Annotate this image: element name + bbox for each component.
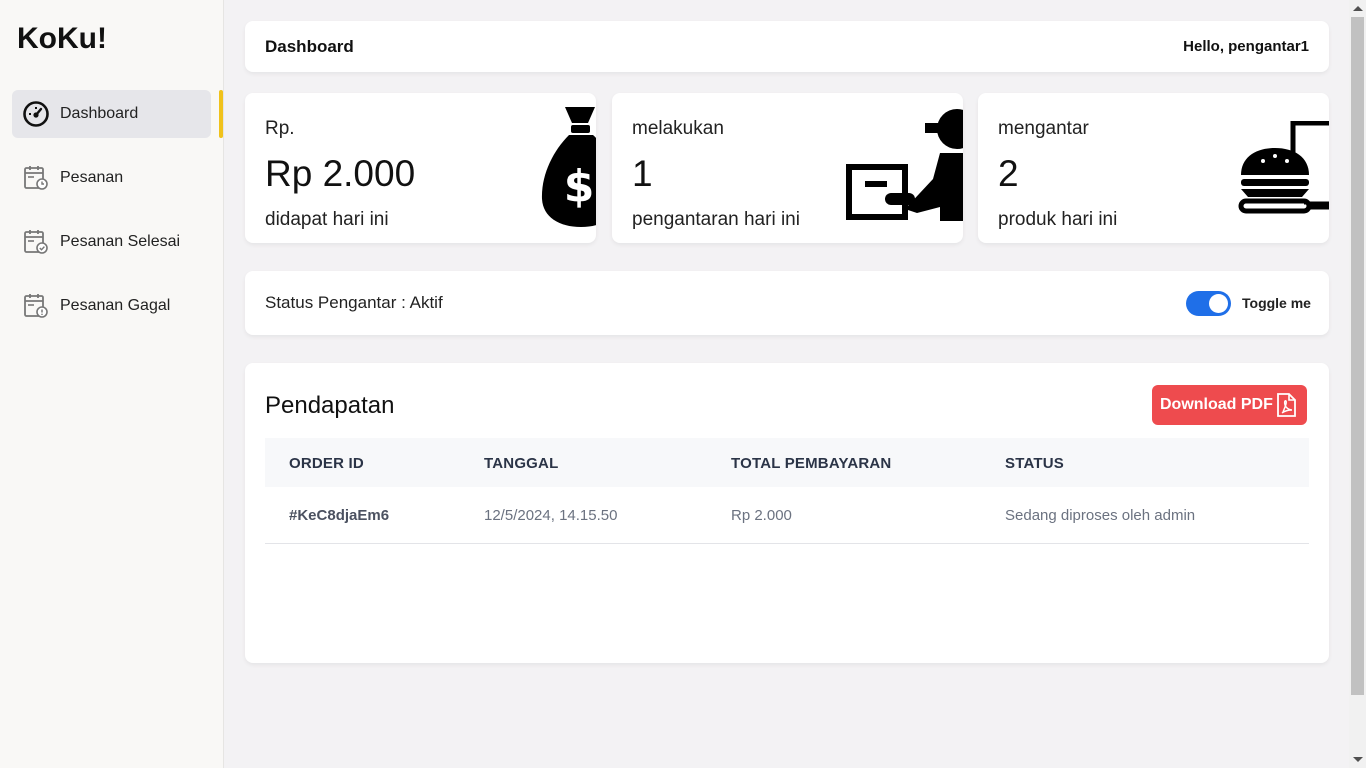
courier-box-icon bbox=[846, 109, 963, 221]
scroll-up-arrow[interactable] bbox=[1353, 6, 1363, 11]
stat-label: Rp. bbox=[265, 118, 295, 139]
sidebar-item-label: Pesanan Gagal bbox=[60, 297, 171, 314]
stat-label: melakukan bbox=[632, 118, 724, 139]
calendar-alert-icon bbox=[22, 292, 50, 320]
active-indicator bbox=[219, 90, 223, 138]
column-header: STATUS bbox=[1005, 455, 1064, 472]
download-pdf-button[interactable]: Download PDF bbox=[1152, 385, 1307, 425]
speedometer-icon bbox=[22, 100, 50, 128]
date-cell: 12/5/2024, 14.15.50 bbox=[484, 507, 618, 524]
stat-card-products: mengantar 2 produk hari ini bbox=[978, 93, 1329, 243]
page-title: Dashboard bbox=[265, 37, 354, 56]
user-greeting: Hello, pengantar1 bbox=[1183, 38, 1309, 55]
stat-subtitle: pengantaran hari ini bbox=[632, 209, 800, 230]
earnings-title: Pendapatan bbox=[265, 392, 395, 419]
stat-subtitle: produk hari ini bbox=[998, 209, 1118, 230]
table-row: #KeC8djaEm6 12/5/2024, 14.15.50 Rp 2.000… bbox=[265, 487, 1309, 544]
stat-value: Rp 2.000 bbox=[265, 153, 416, 194]
sidebar: KoKu! Dashboard Pesanan Pesanan Selesai … bbox=[0, 0, 224, 768]
sidebar-item-label: Pesanan bbox=[60, 169, 124, 186]
burger-drink-icon bbox=[1238, 121, 1329, 214]
stat-value: 2 bbox=[998, 153, 1019, 194]
sidebar-item-label: Pesanan Selesai bbox=[60, 233, 181, 250]
stat-label: mengantar bbox=[998, 118, 1089, 139]
brand-logo: KoKu! bbox=[17, 22, 107, 55]
top-header: Dashboard Hello, pengantar1 bbox=[245, 21, 1329, 72]
calendar-check-icon bbox=[22, 228, 50, 256]
sidebar-item-pesanan-gagal[interactable]: Pesanan Gagal bbox=[12, 282, 211, 330]
column-header: ORDER ID bbox=[289, 455, 364, 472]
status-toggle[interactable] bbox=[1186, 291, 1231, 316]
sidebar-item-label: Dashboard bbox=[60, 105, 139, 122]
column-header: TOTAL PEMBAYARAN bbox=[731, 455, 892, 472]
scroll-thumb[interactable] bbox=[1351, 17, 1364, 695]
total-cell: Rp 2.000 bbox=[731, 507, 792, 524]
money-bag-icon: $ bbox=[541, 107, 596, 227]
stat-subtitle: didapat hari ini bbox=[265, 209, 389, 230]
pdf-file-icon bbox=[1277, 393, 1296, 417]
stat-card-deliveries: melakukan 1 pengantaran hari ini bbox=[612, 93, 963, 243]
order-id-cell: #KeC8djaEm6 bbox=[289, 507, 390, 524]
earnings-card: Pendapatan Download PDF ORDER ID TANGGAL… bbox=[245, 363, 1329, 663]
sidebar-item-pesanan-selesai[interactable]: Pesanan Selesai bbox=[12, 218, 211, 266]
download-pdf-label: Download PDF bbox=[1160, 396, 1273, 413]
courier-status-text: Status Pengantar : Aktif bbox=[265, 293, 443, 312]
courier-status-card: Status Pengantar : Aktif Toggle me bbox=[245, 271, 1329, 335]
stat-value: 1 bbox=[632, 153, 653, 194]
vertical-scrollbar[interactable] bbox=[1349, 0, 1366, 768]
status-cell: Sedang diproses oleh admin bbox=[1005, 507, 1196, 524]
stat-card-earnings: Rp. Rp 2.000 didapat hari ini $ bbox=[245, 93, 596, 243]
scroll-down-arrow[interactable] bbox=[1353, 757, 1363, 762]
sidebar-item-pesanan[interactable]: Pesanan bbox=[12, 154, 211, 202]
toggle-knob bbox=[1209, 294, 1228, 313]
sidebar-item-dashboard[interactable]: Dashboard bbox=[12, 90, 211, 138]
column-header: TANGGAL bbox=[484, 455, 559, 472]
svg-text:$: $ bbox=[564, 161, 595, 212]
toggle-label: Toggle me bbox=[1242, 295, 1311, 311]
calendar-clock-icon bbox=[22, 164, 50, 192]
table-header: ORDER ID TANGGAL TOTAL PEMBAYARAN STATUS bbox=[265, 438, 1309, 487]
